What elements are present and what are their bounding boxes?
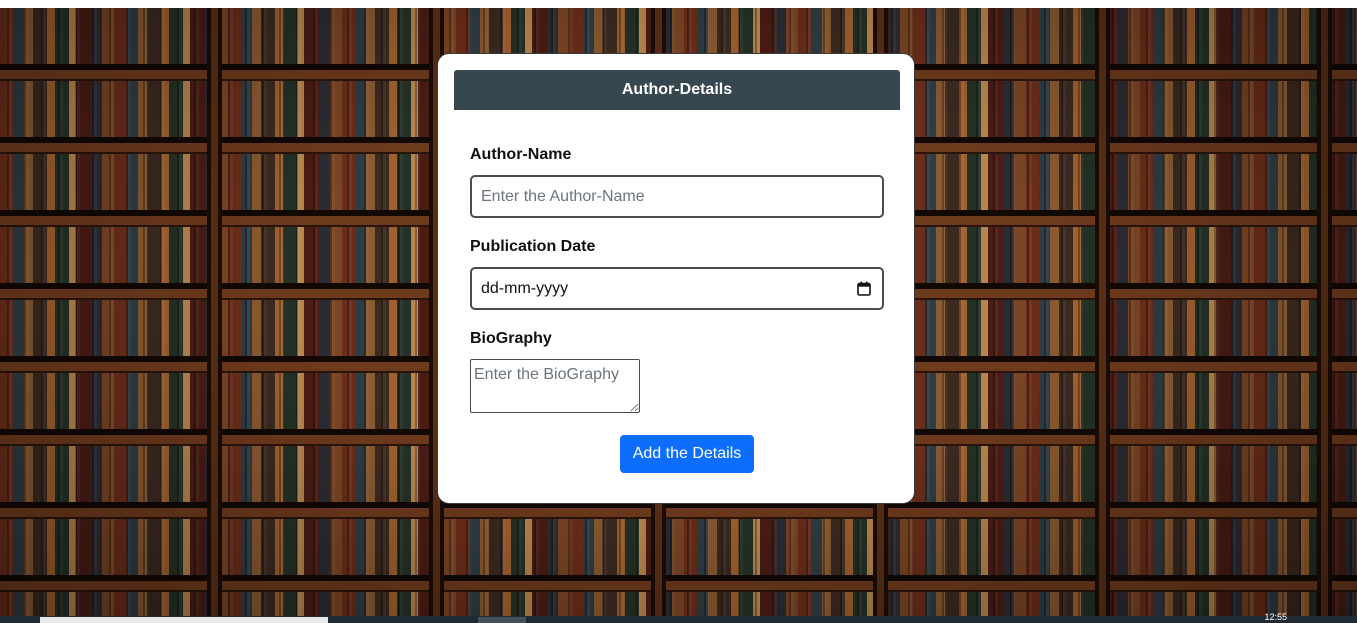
author-details-form: Author-Details Author-Name Publication D… — [437, 53, 915, 504]
form-title: Author-Details — [454, 70, 900, 110]
author-name-input[interactable] — [470, 175, 884, 218]
taskbar-clock: 12:55 — [1264, 612, 1287, 622]
date-format-text: dd-mm-yyyy — [481, 280, 569, 297]
author-name-label: Author-Name — [470, 146, 572, 163]
taskbar: 12:55 — [0, 612, 1357, 623]
taskbar-search-box[interactable] — [40, 617, 328, 623]
biography-label: BioGraphy — [470, 330, 552, 347]
add-details-button[interactable]: Add the Details — [620, 435, 754, 473]
app-screen: Author-Details Author-Name Publication D… — [0, 0, 1357, 623]
publication-date-label: Publication Date — [470, 238, 596, 255]
biography-textarea[interactable] — [470, 359, 640, 413]
publication-date-input[interactable]: dd-mm-yyyy — [470, 267, 884, 310]
calendar-icon[interactable] — [857, 281, 871, 296]
taskbar-active-app[interactable] — [478, 617, 526, 623]
top-strip — [0, 0, 1357, 8]
